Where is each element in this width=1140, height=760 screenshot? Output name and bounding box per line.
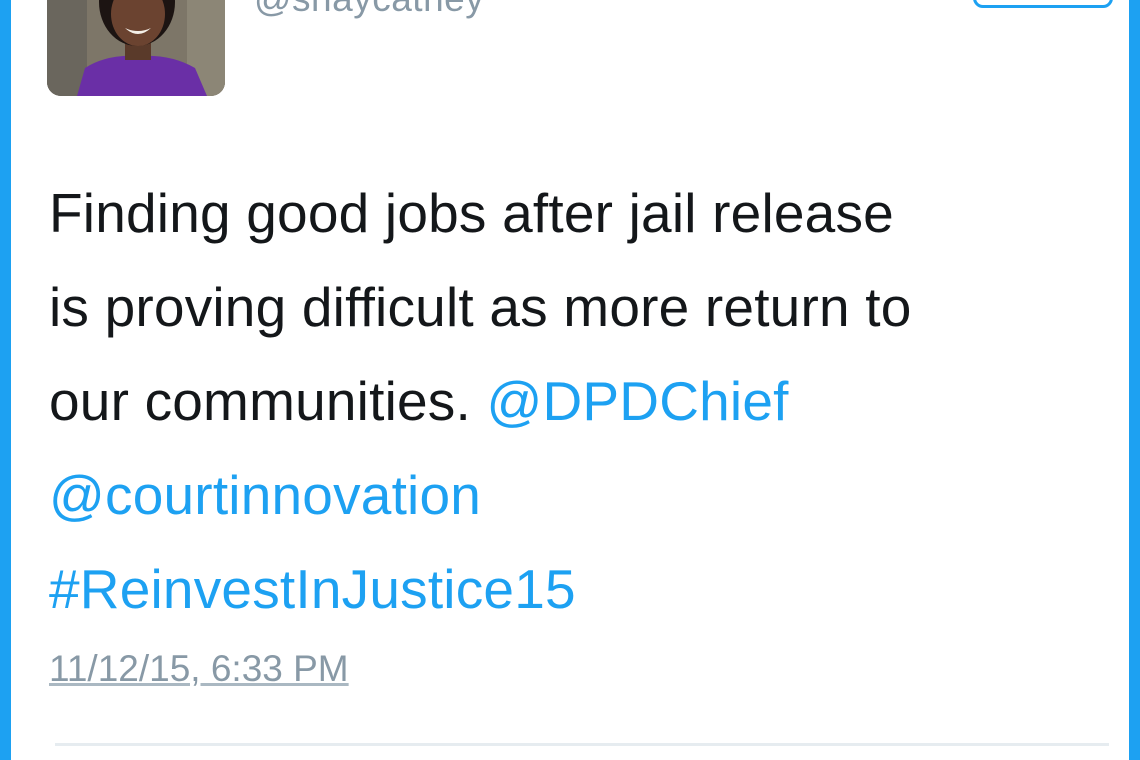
- tweet-timestamp[interactable]: 11/12/15, 6:33 PM: [49, 648, 349, 690]
- tweet-text-line-4: @courtinnovation: [49, 448, 1129, 542]
- tweet-text-line-1: Finding good jobs after jail release: [49, 182, 894, 244]
- mention-dpdchief-link[interactable]: @DPDChief: [486, 370, 788, 432]
- mention-courtinnovation-link[interactable]: @courtinnovation: [49, 464, 481, 526]
- tweet-text-line-3: our communities. @DPDChief: [49, 354, 1129, 448]
- tweet-card: @shaycatney Finding good jobs after jail…: [0, 0, 1140, 760]
- hashtag-link[interactable]: #ReinvestInJustice15: [49, 558, 576, 620]
- avatar[interactable]: [47, 0, 225, 96]
- follow-button[interactable]: [973, 0, 1113, 8]
- profile-photo-icon: [47, 0, 225, 96]
- tweet-text-line-5: #ReinvestInJustice15: [49, 542, 1129, 636]
- tweet-text-line-2: is proving difficult as more return to: [49, 276, 912, 338]
- tweet-text-segment: our communities.: [49, 370, 487, 432]
- tweet-text: Finding good jobs after jail release is …: [49, 166, 1129, 636]
- divider: [55, 743, 1109, 746]
- user-handle[interactable]: @shaycatney: [254, 0, 484, 20]
